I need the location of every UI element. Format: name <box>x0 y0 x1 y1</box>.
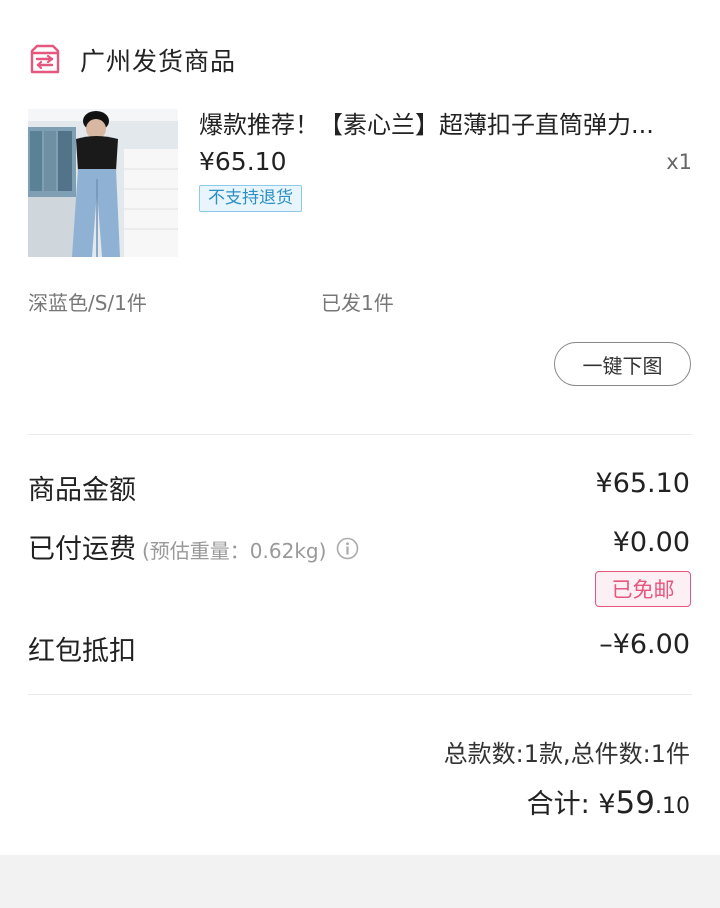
total-label: 合计: <box>526 789 599 820</box>
total-decimal: .10 <box>655 794 690 819</box>
product-title[interactable]: 爆款推荐！【素心兰】超薄扣子直筒弹力... <box>199 109 669 141</box>
section-header: 广州发货商品 <box>28 40 236 80</box>
shipped-status: 已发1件 <box>321 291 394 315</box>
product-image[interactable] <box>28 109 178 257</box>
section-title: 广州发货商品 <box>80 47 237 76</box>
product-quantity: x1 <box>666 150 692 174</box>
shipping-row: 已付运费 (预估重量：0.62kg) <box>28 527 359 566</box>
shipping-value: ¥0.00 <box>612 527 690 558</box>
coupon-label: 红包抵扣 <box>28 636 136 667</box>
product-card[interactable]: 爆款推荐！【素心兰】超薄扣子直筒弹力... ¥65.10 x1 不支持退货 <box>28 109 692 259</box>
divider <box>28 434 692 435</box>
free-shipping-badge: 已免邮 <box>595 571 691 607</box>
total-currency: ¥ <box>598 789 616 820</box>
info-icon[interactable] <box>336 537 359 560</box>
goods-amount-value: ¥65.10 <box>595 468 690 499</box>
shipping-label: 已付运费 <box>28 534 136 565</box>
store-delivery-icon <box>30 44 60 74</box>
shipping-weight: (预估重量：0.62kg) <box>142 539 327 563</box>
item-count-summary: 总款数:1款,总件数:1件 <box>443 740 690 768</box>
download-images-button[interactable]: 一键下图 <box>554 342 691 386</box>
goods-amount-label: 商品金额 <box>28 475 136 506</box>
product-price: ¥65.10 <box>199 147 287 176</box>
order-total: 合计: ¥59.10 <box>527 782 690 821</box>
no-return-tag: 不支持退货 <box>199 185 302 212</box>
coupon-value: –¥6.00 <box>599 629 690 660</box>
divider <box>28 694 692 695</box>
footer-bar <box>0 855 720 908</box>
product-photo <box>28 109 178 257</box>
total-integer: 59 <box>615 785 655 821</box>
product-variant: 深蓝色/S/1件 <box>28 291 147 315</box>
